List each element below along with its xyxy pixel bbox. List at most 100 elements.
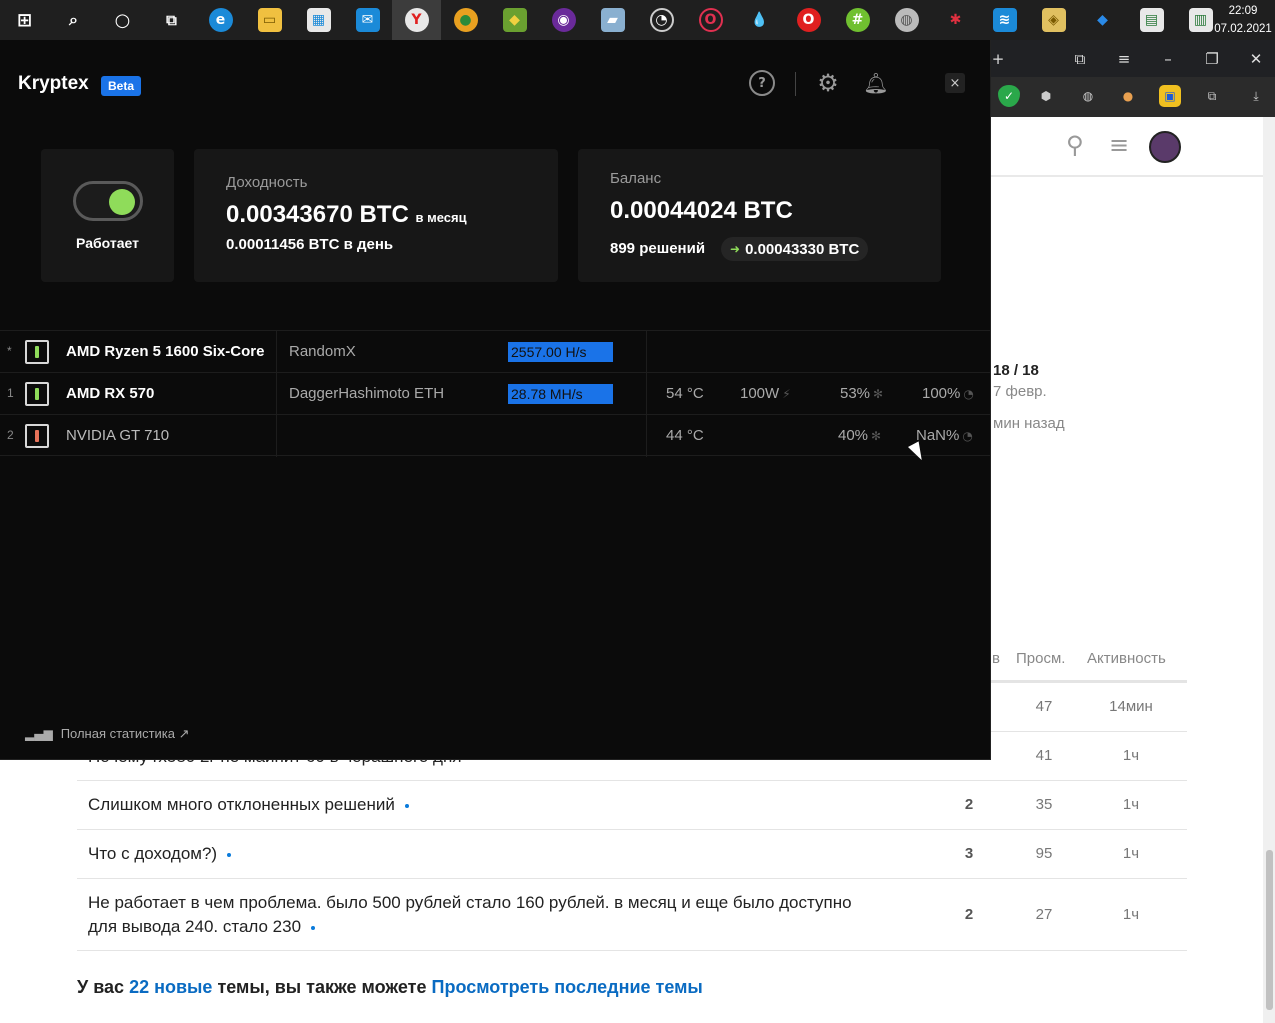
bluestacks-icon[interactable]: ◆ <box>490 0 539 40</box>
hamburger-icon[interactable]: ≡ <box>1109 131 1129 159</box>
hash-app-icon[interactable]: # <box>833 0 882 40</box>
shield-app-icon[interactable]: ◈ <box>1029 0 1078 40</box>
file-explorer-icon[interactable]: ▭ <box>245 0 294 40</box>
window-close-icon[interactable]: ✕ <box>1245 40 1267 77</box>
new-topics-link[interactable]: 22 новые <box>129 977 212 997</box>
gauge-icon: ◔ <box>962 429 973 443</box>
cortana-icon[interactable]: ○ <box>98 0 147 40</box>
topic-title[interactable]: Слишком много отклоненных решений <box>88 795 395 814</box>
adguard-icon[interactable]: ✓ <box>998 85 1020 107</box>
col-replies[interactable]: в <box>992 650 1000 667</box>
taskbar: ⊞ ⌕ ○ ⧉ e ▭ ▦ ✉ Y ● ◆ ◉ ▰ ◔ O 💧 O # ◍ ✱ … <box>0 0 1275 40</box>
badge-ext-icon[interactable]: ▣ <box>1159 85 1181 107</box>
unread-dot <box>311 925 316 930</box>
opera-icon[interactable]: O <box>784 0 833 40</box>
mining-toggle[interactable] <box>73 181 143 221</box>
row3-activity[interactable]: 1ч <box>1101 845 1161 862</box>
help-icon[interactable]: ? <box>749 70 775 96</box>
payout-badge[interactable]: ➜ 0.00043330 BTC <box>721 237 869 261</box>
device-row[interactable]: 1 AMD RX 570 DaggerHashimoto ETH 28.78 M… <box>0 372 990 415</box>
column-divider <box>646 373 647 415</box>
device-row[interactable]: 2 NVIDIA GT 710 44 °C 40% ✻ NaN% ◔ <box>0 414 990 457</box>
device-row[interactable]: * AMD Ryzen 5 1600 Six-Core RandomX 2557… <box>0 330 990 373</box>
row4-replies: 2 <box>964 906 974 923</box>
obs-icon[interactable]: ◔ <box>637 0 686 40</box>
income-monthly-suffix: в месяц <box>415 210 467 225</box>
lightning-icon: ⚡ <box>782 387 791 401</box>
restore-icon[interactable]: ❐ <box>1201 40 1223 77</box>
notes-icon[interactable]: ▰ <box>588 0 637 40</box>
notepad-app-icon[interactable]: ▤ <box>1127 0 1176 40</box>
download-icon[interactable]: ⤓ <box>1245 85 1267 107</box>
topic-progress: 18 / 18 <box>993 362 1039 379</box>
device-index: * <box>7 344 12 358</box>
task-view-icon[interactable]: ⧉ <box>147 0 196 40</box>
diamond-app-icon[interactable]: ◆ <box>1078 0 1127 40</box>
edge-icon[interactable]: e <box>196 0 245 40</box>
recent-topics-link[interactable]: Просмотреть последние темы <box>432 977 703 997</box>
col-activity[interactable]: Активность <box>1087 650 1166 667</box>
new-topics-middle: темы, вы также можете <box>217 977 427 997</box>
forum-search-icon[interactable]: ⚲ <box>1066 131 1084 159</box>
device-index: 2 <box>7 428 14 442</box>
sound-app-icon[interactable]: ◍ <box>882 0 931 40</box>
row0-activity[interactable]: 14мин <box>1101 698 1161 715</box>
balance-value: 0.00044024 BTC <box>610 197 793 224</box>
forum-header: ⚲ ≡ <box>991 117 1263 177</box>
col-views[interactable]: Просм. <box>1016 650 1065 667</box>
new-tab-icon[interactable]: + <box>991 40 1005 77</box>
topic-link[interactable]: Что с доходом?) <box>88 842 232 866</box>
row1-activity[interactable]: 1ч <box>1101 747 1161 764</box>
collections-icon[interactable]: ⧉ <box>1069 40 1091 77</box>
opera-gx-icon[interactable]: O <box>686 0 735 40</box>
solutions-count: 899 решений <box>610 240 706 257</box>
chrome-icon[interactable]: ● <box>441 0 490 40</box>
globe-ext-icon[interactable]: ◍ <box>1077 85 1099 107</box>
topic-link[interactable]: Не работает в чем проблема. было 500 руб… <box>88 891 878 939</box>
topic-title[interactable]: Что с доходом?) <box>88 844 217 863</box>
water-drop-icon[interactable]: 💧 <box>735 0 784 40</box>
income-label: Доходность <box>226 174 308 191</box>
row4-activity[interactable]: 1ч <box>1101 906 1161 923</box>
tor-icon[interactable]: ◉ <box>539 0 588 40</box>
column-divider <box>276 415 277 457</box>
topic-link[interactable]: Слишком много отклоненных решений <box>88 793 409 817</box>
header-divider <box>991 680 1187 683</box>
flame-ext-icon[interactable]: ● <box>1117 85 1139 107</box>
kryptex-taskbar-icon[interactable]: ≋ <box>980 0 1029 40</box>
new-topics-prefix: У вас <box>77 977 125 997</box>
avatar[interactable] <box>1149 131 1181 163</box>
search-icon[interactable]: ⌕ <box>49 0 98 40</box>
new-topics-notice: У вас 22 новые темы, вы также можете Про… <box>77 977 703 998</box>
row2-activity[interactable]: 1ч <box>1101 796 1161 813</box>
device-status-icon <box>25 382 49 406</box>
bell-icon[interactable]: 🔔︎ <box>863 70 889 96</box>
menu-icon[interactable]: ≡ <box>1113 40 1135 77</box>
device-algorithm: RandomX <box>289 343 356 360</box>
puzzle-ext-icon[interactable]: ⧉ <box>1201 85 1223 107</box>
topic-title[interactable]: Не работает в чем проблема. было 500 руб… <box>88 893 852 936</box>
minimize-icon[interactable]: – <box>1157 40 1179 77</box>
page-scroll-thumb[interactable] <box>1266 850 1273 1010</box>
row-divider <box>77 950 1187 951</box>
income-daily: 0.00011456 BTC в день <box>226 236 394 253</box>
mail-icon[interactable]: ✉ <box>343 0 392 40</box>
row3-views: 95 <box>1035 845 1053 862</box>
store-icon[interactable]: ▦ <box>294 0 343 40</box>
windows-start-icon[interactable]: ⊞ <box>0 0 49 40</box>
device-hashrate: 2557.00 H/s <box>508 342 613 362</box>
balance-label: Баланс <box>610 170 662 187</box>
row-divider <box>77 829 1187 830</box>
device-load: 100% ◔ <box>922 385 974 402</box>
yandex-icon[interactable]: Y <box>392 0 441 40</box>
cube-ext-icon[interactable]: ⬢ <box>1035 85 1057 107</box>
close-button[interactable]: × <box>945 73 965 93</box>
clock[interactable]: 22:09 07.02.2021 <box>1213 2 1273 38</box>
device-status-bar <box>35 346 39 358</box>
row2-replies: 2 <box>964 796 974 813</box>
gear-icon[interactable]: ⚙ <box>815 69 841 97</box>
game-app-icon[interactable]: ✱ <box>931 0 980 40</box>
income-card: Доходность 0.00343670 BTC в месяц 0.0001… <box>194 149 558 282</box>
device-fan: 40% ✻ <box>838 427 881 444</box>
full-stats-link[interactable]: ▂▄▆ Полная статистика ↗ <box>25 726 190 742</box>
